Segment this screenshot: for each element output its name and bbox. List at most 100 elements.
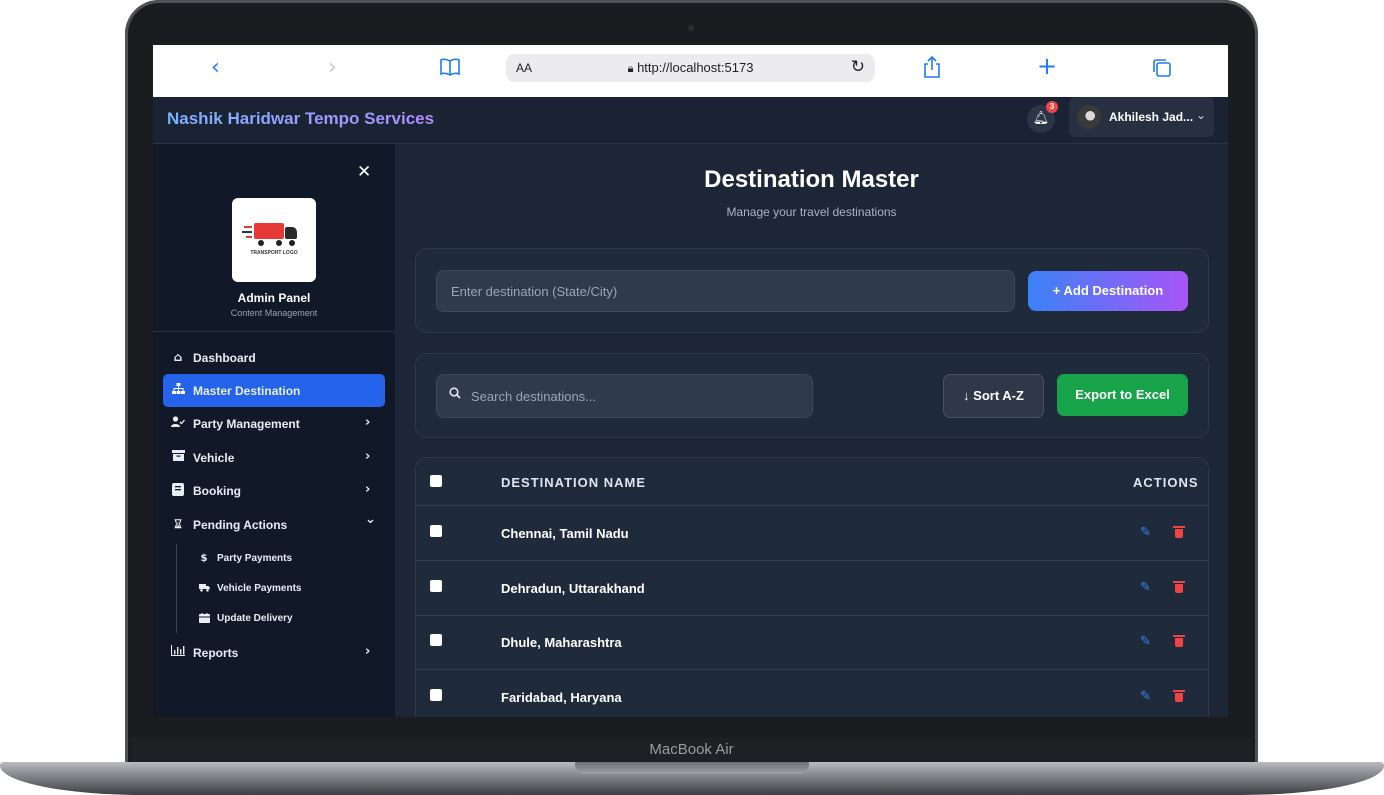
- screen: ‹ › AA 🔒︎ http://localhost:5173 ↻ + Nash…: [153, 45, 1228, 717]
- sidebar-item-label: Pending Actions: [193, 518, 288, 532]
- table-row: Faridabad, Haryana ✎: [416, 670, 1208, 717]
- export-excel-button[interactable]: Export to Excel: [1057, 374, 1188, 416]
- close-icon[interactable]: ✕: [357, 162, 371, 182]
- share-icon[interactable]: [923, 55, 941, 83]
- add-destination-button[interactable]: + Add Destination: [1028, 271, 1188, 311]
- column-header-actions: ACTIONS: [1133, 475, 1199, 490]
- edit-icon[interactable]: ✎: [1140, 689, 1151, 704]
- edit-icon[interactable]: ✎: [1140, 634, 1151, 649]
- divider: [153, 331, 395, 332]
- tabs-icon[interactable]: [1152, 58, 1172, 83]
- sidebar-subitem-label: Party Payments: [217, 553, 293, 564]
- sidebar-item-label: Master Destination: [193, 384, 301, 398]
- table-row: Chennai, Tamil Nadu ✎: [416, 506, 1208, 561]
- sidebar-item-label: Vehicle: [193, 451, 235, 465]
- table-row: Dehradun, Uttarakhand ✎: [416, 561, 1208, 616]
- table-row: Dhule, Maharashtra ✎: [416, 615, 1208, 670]
- search-icon: [449, 387, 461, 402]
- sidebar-subitem-label: Vehicle Payments: [217, 583, 302, 594]
- camera: [688, 25, 694, 31]
- sidebar-subtitle: Content Management: [230, 308, 318, 318]
- row-checkbox[interactable]: [430, 689, 442, 701]
- sidebar-item-label: Booking: [193, 484, 241, 498]
- sidebar-item-label: Dashboard: [193, 351, 256, 365]
- home-icon: ⌂: [173, 350, 183, 364]
- sidebar-title: Admin Panel: [237, 291, 311, 305]
- dollar-icon: $: [200, 553, 208, 564]
- column-header-destination: DESTINATION NAME: [501, 475, 647, 490]
- destination-name: Dhule, Maharashtra: [501, 635, 622, 650]
- sidebar-item-party-management[interactable]: Party Management ›: [163, 407, 385, 440]
- lock-icon: 🔒︎: [627, 62, 634, 75]
- url-value: http://localhost:5173: [637, 60, 754, 75]
- row-checkbox[interactable]: [430, 525, 442, 537]
- trash-icon[interactable]: [1173, 635, 1185, 647]
- logo-text: TRANSPORT LOGO: [250, 250, 298, 256]
- user-menu[interactable]: Akhilesh Jad... ⌄: [1069, 97, 1214, 137]
- laptop-chin: MacBook Air: [131, 738, 1252, 764]
- sidebar-item-label: Reports: [193, 646, 239, 660]
- calendar-icon: [198, 613, 210, 626]
- plus-icon[interactable]: +: [1037, 54, 1057, 78]
- destination-name: Dehradun, Uttarakhand: [501, 581, 645, 596]
- chevron-right-icon[interactable]: ›: [328, 57, 337, 79]
- trash-icon[interactable]: [1173, 581, 1185, 593]
- edit-icon[interactable]: ✎: [1140, 580, 1151, 595]
- truck-icon: [198, 583, 210, 595]
- chevron-down-icon: ⌄: [1196, 108, 1207, 122]
- submenu-line: [176, 544, 177, 633]
- select-all-checkbox[interactable]: [430, 475, 442, 487]
- sidebar-item-pending-actions[interactable]: ⌛︎ Pending Actions ⌄: [163, 508, 385, 541]
- chevron-right-icon: ›: [365, 644, 371, 659]
- page-title: Destination Master: [704, 166, 919, 193]
- brand-title[interactable]: Nashik Haridwar Tempo Services: [167, 109, 434, 129]
- trash-icon[interactable]: [1173, 690, 1185, 702]
- destinations-table: DESTINATION NAME ACTIONS Chennai, Tamil …: [415, 457, 1209, 717]
- main-content: Destination Master Manage your travel de…: [395, 144, 1228, 717]
- row-checkbox[interactable]: [430, 634, 442, 646]
- sidebar-item-vehicle[interactable]: Vehicle ›: [163, 441, 385, 474]
- reload-icon[interactable]: ↻: [851, 57, 865, 77]
- destination-input-placeholder: Enter destination (State/City): [451, 284, 618, 299]
- chevron-right-icon: ›: [365, 415, 371, 430]
- user-check-icon: [171, 416, 185, 430]
- sidebar-item-label: Party Management: [193, 417, 300, 431]
- sidebar-item-reports[interactable]: Reports ›: [163, 636, 385, 669]
- sidebar-item-booking[interactable]: Booking ›: [163, 474, 385, 507]
- sidebar: ✕ TRANSPORT LOGO Admin Panel Content Man…: [153, 144, 395, 717]
- sidebar-item-master-destination[interactable]: Master Destination: [163, 374, 385, 407]
- chevron-right-icon: ›: [365, 449, 371, 464]
- edit-icon[interactable]: ✎: [1140, 525, 1151, 540]
- destination-input[interactable]: Enter destination (State/City): [436, 270, 1015, 312]
- sidebar-item-dashboard[interactable]: ⌂ Dashboard: [163, 341, 385, 374]
- user-name: Akhilesh Jad...: [1109, 110, 1194, 124]
- row-checkbox[interactable]: [430, 580, 442, 592]
- search-card: Search destinations... ↓ Sort A-Z Export…: [415, 353, 1209, 438]
- app-header: Nashik Haridwar Tempo Services 🔔︎ 3 Akhi…: [153, 97, 1228, 144]
- address-bar[interactable]: AA 🔒︎ http://localhost:5173 ↻: [506, 54, 875, 82]
- book-icon: [171, 483, 185, 499]
- avatar: [1077, 105, 1101, 129]
- destination-name: Chennai, Tamil Nadu: [501, 526, 629, 541]
- search-placeholder: Search destinations...: [471, 389, 597, 404]
- sidebar-subitem-label: Update Delivery: [217, 613, 293, 624]
- notification-badge: 3: [1046, 101, 1058, 113]
- chevron-down-icon: ⌄: [365, 512, 376, 527]
- archive-icon: [171, 450, 185, 464]
- chart-icon: [170, 645, 185, 659]
- sitemap-icon: [171, 383, 185, 398]
- book-icon[interactable]: [440, 58, 460, 81]
- chevron-right-icon: ›: [365, 482, 371, 497]
- browser-toolbar: ‹ › AA 🔒︎ http://localhost:5173 ↻ +: [153, 45, 1228, 98]
- device-label: MacBook Air: [649, 741, 734, 758]
- page-subtitle: Manage your travel destinations: [726, 205, 897, 219]
- destination-name: Faridabad, Haryana: [501, 690, 622, 705]
- company-logo: TRANSPORT LOGO: [232, 198, 316, 282]
- trash-icon[interactable]: [1173, 526, 1185, 538]
- chevron-left-icon[interactable]: ‹: [211, 57, 220, 79]
- sort-button[interactable]: ↓ Sort A-Z: [943, 374, 1044, 418]
- url-text: 🔒︎ http://localhost:5173: [506, 60, 875, 76]
- search-input[interactable]: Search destinations...: [436, 374, 813, 418]
- laptop-notch: [575, 762, 809, 774]
- add-destination-card: Enter destination (State/City) + Add Des…: [415, 248, 1209, 333]
